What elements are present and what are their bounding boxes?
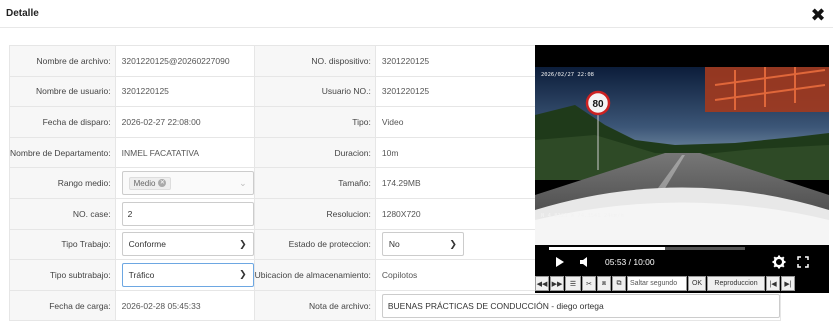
rewind-button[interactable]: ◀◀ <box>535 276 549 291</box>
progress-bar[interactable] <box>549 247 745 250</box>
case-no-input[interactable] <box>121 201 254 226</box>
storage-label: Ubicacion de almacenamiento: <box>253 259 376 291</box>
file-name-value: 3201220125@20260227090 <box>114 45 255 77</box>
chevron-down-icon: ⌄ <box>239 177 247 188</box>
range-multiselect[interactable]: Medio ✕ ⌄ <box>121 171 254 196</box>
upload-date-label: Fecha de carga: <box>9 289 116 322</box>
user-name-label: Nombre de usuario: <box>9 75 116 108</box>
speed-sign-text: 80 <box>592 99 604 110</box>
form-row: Fecha de carga: 2026-02-28 05:45:33 Nota… <box>9 289 781 322</box>
case-no-label: NO. case: <box>9 197 116 230</box>
next-button[interactable]: ▶| <box>781 276 795 291</box>
cut-button[interactable]: ✂ <box>582 276 596 291</box>
trigger-date-label: Fecha de disparo: <box>9 106 116 138</box>
dialog-header: Detalle ✖ <box>0 0 833 28</box>
device-no-label: NO. dispositivo: <box>253 45 376 77</box>
type-label: Tipo: <box>253 106 376 138</box>
subtype-cell: Tráfico ❯ <box>114 259 255 291</box>
close-icon[interactable]: ✖ <box>809 6 827 24</box>
chevron-down-icon: ❯ <box>239 238 247 249</box>
resolution-label: Resolucion: <box>253 197 376 230</box>
previous-button[interactable]: |◀ <box>766 276 780 291</box>
subtype-label: Tipo subtrabajo: <box>9 259 116 291</box>
user-no-label: Usuario NO.: <box>253 75 376 108</box>
range-tag: Medio ✕ <box>128 176 172 190</box>
duration-label: Duracion: <box>253 136 376 169</box>
protection-value: No <box>388 239 400 250</box>
player-toolbar: ◀◀ ▶▶ ☰ ✂ ⧈ ⧉ Saltar segundo OK Reproduc… <box>535 276 829 291</box>
dialog-title: Detalle <box>6 8 39 19</box>
osd-timestamp: 2026/02/27 22:08 <box>541 72 594 78</box>
ok-button[interactable]: OK <box>688 276 706 291</box>
range-cell: Medio ✕ ⌄ <box>114 167 255 199</box>
user-name-value: 3201220125 <box>114 75 255 108</box>
gear-icon[interactable] <box>772 255 786 269</box>
playback-button[interactable]: Reproduccion <box>707 276 765 291</box>
osd-gps: N 4.8123 W 74.3541 24km/h <box>541 213 624 219</box>
upload-date-value: 2026-02-28 05:45:33 <box>114 289 255 322</box>
department-value: INMEL FACATATIVA <box>114 136 255 169</box>
progress-fill <box>549 247 665 250</box>
frame-forward-button[interactable]: ⧉ <box>612 276 626 291</box>
note-input[interactable] <box>381 293 780 318</box>
range-tag-label: Medio <box>133 178 156 188</box>
work-type-cell: Conforme ❯ <box>114 228 255 261</box>
fullscreen-icon[interactable] <box>797 256 809 268</box>
work-type-label: Tipo Trabajo: <box>9 228 116 261</box>
time-display: 05:53 / 10:00 <box>605 257 655 267</box>
subtype-select[interactable]: Tráfico ❯ <box>121 262 254 287</box>
chevron-down-icon: ❯ <box>239 269 247 280</box>
fast-forward-button[interactable]: ▶▶ <box>550 276 564 291</box>
department-label: Nombre de Departamento: <box>9 136 116 169</box>
work-type-select[interactable]: Conforme ❯ <box>121 232 254 257</box>
protection-label: Estado de proteccion: <box>253 228 376 261</box>
chevron-down-icon: ❯ <box>449 238 457 249</box>
subtype-value: Tráfico <box>128 269 155 280</box>
list-button[interactable]: ☰ <box>565 276 581 291</box>
note-cell <box>374 289 781 322</box>
note-label: Nota de archivo: <box>253 289 376 322</box>
case-no-cell <box>114 197 255 230</box>
seek-seconds-input[interactable]: Saltar segundo <box>627 276 687 291</box>
file-name-label: Nombre de archivo: <box>9 45 116 77</box>
protection-select[interactable]: No ❯ <box>381 232 464 257</box>
volume-icon[interactable] <box>579 256 591 268</box>
remove-tag-icon[interactable]: ✕ <box>158 179 167 188</box>
frame-back-button[interactable]: ⧈ <box>597 276 611 291</box>
play-icon[interactable] <box>555 256 565 268</box>
trigger-date-value: 2026-02-27 22:08:00 <box>114 106 255 138</box>
file-name-text: 3201220125@20260227090 <box>121 55 230 66</box>
video-player[interactable]: 80 2026/02/27 22:08 N 4.8123 W 74.3541 2… <box>535 45 829 293</box>
range-label: Rango medio: <box>9 167 116 199</box>
work-type-value: Conforme <box>128 239 166 250</box>
size-label: Tamaño: <box>253 167 376 199</box>
